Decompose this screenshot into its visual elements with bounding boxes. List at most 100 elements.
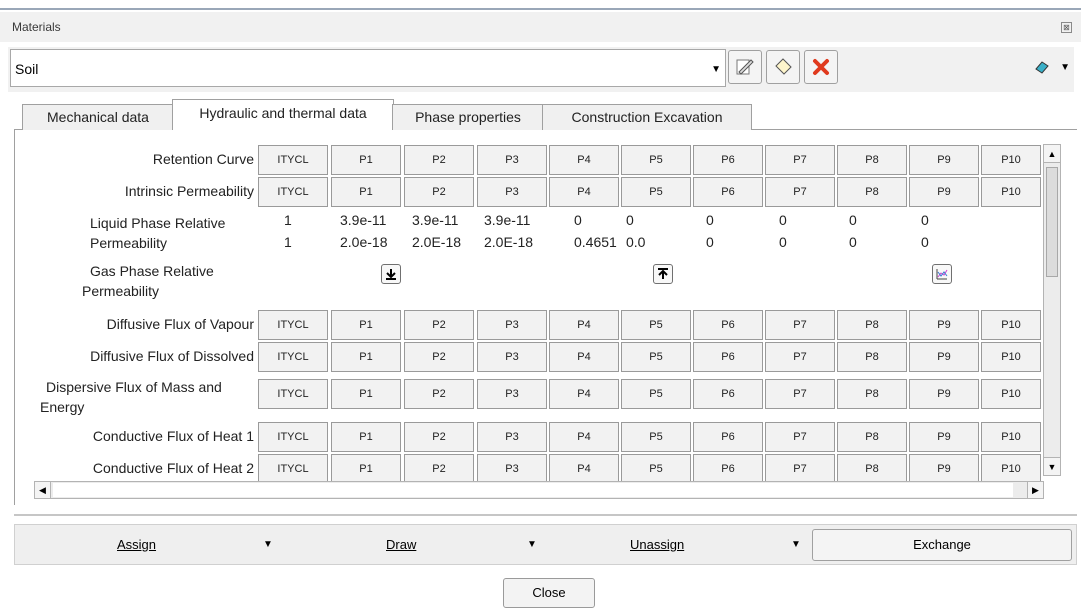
- param-button-diffusive-flux-vapour-8[interactable]: P8: [837, 310, 907, 340]
- tab-mechanical-data[interactable]: Mechanical data: [22, 104, 174, 130]
- param-button-diffusive-flux-dissolved-5[interactable]: P5: [621, 342, 691, 372]
- param-button-intrinsic-permeability-10[interactable]: P10: [981, 177, 1041, 207]
- move-down-button[interactable]: [381, 264, 401, 284]
- scroll-down-icon[interactable]: ▼: [1044, 457, 1060, 475]
- param-button-conductive-flux-heat-1-7[interactable]: P7: [765, 422, 835, 452]
- param-button-dispersive-flux-10[interactable]: P10: [981, 379, 1041, 409]
- param-button-intrinsic-permeability-3[interactable]: P3: [477, 177, 547, 207]
- vertical-scrollbar[interactable]: ▲ ▼: [1043, 144, 1061, 476]
- param-button-diffusive-flux-dissolved-8[interactable]: P8: [837, 342, 907, 372]
- param-button-conductive-flux-heat-1-2[interactable]: P2: [404, 422, 474, 452]
- tab-hydraulic-thermal[interactable]: Hydraulic and thermal data: [172, 99, 394, 131]
- param-button-conductive-flux-heat-1-10[interactable]: P10: [981, 422, 1041, 452]
- param-button-intrinsic-permeability-5[interactable]: P5: [621, 177, 691, 207]
- param-button-diffusive-flux-vapour-0[interactable]: ITYCL: [258, 310, 328, 340]
- param-button-diffusive-flux-dissolved-3[interactable]: P3: [477, 342, 547, 372]
- param-button-conductive-flux-heat-2-7[interactable]: P7: [765, 454, 835, 484]
- param-button-dispersive-flux-5[interactable]: P5: [621, 379, 691, 409]
- settings-control[interactable]: ▼: [1034, 59, 1070, 75]
- param-button-diffusive-flux-vapour-4[interactable]: P4: [549, 310, 619, 340]
- param-button-conductive-flux-heat-1-0[interactable]: ITYCL: [258, 422, 328, 452]
- param-button-intrinsic-permeability-6[interactable]: P6: [693, 177, 763, 207]
- delete-material-button[interactable]: [804, 50, 838, 84]
- param-button-conductive-flux-heat-1-4[interactable]: P4: [549, 422, 619, 452]
- new-material-button[interactable]: [766, 50, 800, 84]
- param-button-dispersive-flux-2[interactable]: P2: [404, 379, 474, 409]
- param-button-retention-curve-0[interactable]: ITYCL: [258, 145, 328, 175]
- param-button-dispersive-flux-0[interactable]: ITYCL: [258, 379, 328, 409]
- param-button-conductive-flux-heat-2-6[interactable]: P6: [693, 454, 763, 484]
- unassign-button[interactable]: Unassign: [630, 537, 684, 552]
- param-button-diffusive-flux-dissolved-0[interactable]: ITYCL: [258, 342, 328, 372]
- scroll-left-icon[interactable]: ◀: [35, 482, 51, 498]
- param-button-diffusive-flux-dissolved-4[interactable]: P4: [549, 342, 619, 372]
- param-button-conductive-flux-heat-1-8[interactable]: P8: [837, 422, 907, 452]
- assign-dropdown-icon[interactable]: ▼: [263, 539, 273, 550]
- param-button-conductive-flux-heat-2-5[interactable]: P5: [621, 454, 691, 484]
- param-button-retention-curve-3[interactable]: P3: [477, 145, 547, 175]
- param-button-retention-curve-5[interactable]: P5: [621, 145, 691, 175]
- param-button-diffusive-flux-vapour-7[interactable]: P7: [765, 310, 835, 340]
- param-button-diffusive-flux-vapour-1[interactable]: P1: [331, 310, 401, 340]
- material-select[interactable]: Soil ▼: [10, 49, 726, 87]
- param-button-diffusive-flux-vapour-3[interactable]: P3: [477, 310, 547, 340]
- param-button-intrinsic-permeability-9[interactable]: P9: [909, 177, 979, 207]
- param-button-diffusive-flux-dissolved-1[interactable]: P1: [331, 342, 401, 372]
- param-button-diffusive-flux-vapour-6[interactable]: P6: [693, 310, 763, 340]
- param-button-dispersive-flux-1[interactable]: P1: [331, 379, 401, 409]
- param-button-conductive-flux-heat-1-9[interactable]: P9: [909, 422, 979, 452]
- param-button-dispersive-flux-3[interactable]: P3: [477, 379, 547, 409]
- param-button-intrinsic-permeability-4[interactable]: P4: [549, 177, 619, 207]
- param-button-retention-curve-4[interactable]: P4: [549, 145, 619, 175]
- param-button-dispersive-flux-8[interactable]: P8: [837, 379, 907, 409]
- param-button-retention-curve-7[interactable]: P7: [765, 145, 835, 175]
- param-button-diffusive-flux-dissolved-7[interactable]: P7: [765, 342, 835, 372]
- param-button-conductive-flux-heat-1-6[interactable]: P6: [693, 422, 763, 452]
- param-button-conductive-flux-heat-1-5[interactable]: P5: [621, 422, 691, 452]
- param-button-retention-curve-6[interactable]: P6: [693, 145, 763, 175]
- param-button-dispersive-flux-9[interactable]: P9: [909, 379, 979, 409]
- param-button-conductive-flux-heat-2-1[interactable]: P1: [331, 454, 401, 484]
- tab-construction-excavation[interactable]: Construction Excavation: [542, 104, 752, 130]
- param-button-intrinsic-permeability-8[interactable]: P8: [837, 177, 907, 207]
- param-button-diffusive-flux-vapour-5[interactable]: P5: [621, 310, 691, 340]
- param-button-conductive-flux-heat-2-0[interactable]: ITYCL: [258, 454, 328, 484]
- param-button-intrinsic-permeability-0[interactable]: ITYCL: [258, 177, 328, 207]
- draw-dropdown-icon[interactable]: ▼: [527, 539, 537, 550]
- param-button-intrinsic-permeability-1[interactable]: P1: [331, 177, 401, 207]
- close-button[interactable]: Close: [503, 578, 595, 608]
- param-button-retention-curve-8[interactable]: P8: [837, 145, 907, 175]
- tab-phase-properties[interactable]: Phase properties: [392, 104, 544, 130]
- param-button-dispersive-flux-7[interactable]: P7: [765, 379, 835, 409]
- edit-material-button[interactable]: [728, 50, 762, 84]
- param-button-diffusive-flux-dissolved-2[interactable]: P2: [404, 342, 474, 372]
- param-button-dispersive-flux-6[interactable]: P6: [693, 379, 763, 409]
- unassign-dropdown-icon[interactable]: ▼: [791, 539, 801, 550]
- param-button-diffusive-flux-vapour-2[interactable]: P2: [404, 310, 474, 340]
- assign-button[interactable]: Assign: [117, 537, 156, 552]
- scroll-up-icon[interactable]: ▲: [1044, 145, 1060, 163]
- draw-button[interactable]: Draw: [386, 537, 416, 552]
- param-button-intrinsic-permeability-7[interactable]: P7: [765, 177, 835, 207]
- chevron-down-icon[interactable]: ▼: [711, 64, 721, 75]
- exchange-button[interactable]: Exchange: [812, 529, 1072, 561]
- chart-button[interactable]: [932, 264, 952, 284]
- param-button-diffusive-flux-dissolved-10[interactable]: P10: [981, 342, 1041, 372]
- param-button-conductive-flux-heat-2-4[interactable]: P4: [549, 454, 619, 484]
- param-button-retention-curve-2[interactable]: P2: [404, 145, 474, 175]
- horizontal-scrollbar[interactable]: ◀ ▶: [34, 481, 1044, 499]
- param-button-conductive-flux-heat-2-10[interactable]: P10: [981, 454, 1041, 484]
- param-button-conductive-flux-heat-2-9[interactable]: P9: [909, 454, 979, 484]
- eraser-icon[interactable]: [1034, 59, 1050, 75]
- move-up-button[interactable]: [653, 264, 673, 284]
- param-button-conductive-flux-heat-2-8[interactable]: P8: [837, 454, 907, 484]
- param-button-diffusive-flux-vapour-10[interactable]: P10: [981, 310, 1041, 340]
- horizontal-scroll-thumb[interactable]: [53, 483, 1013, 497]
- param-button-conductive-flux-heat-2-3[interactable]: P3: [477, 454, 547, 484]
- settings-arrow[interactable]: ▼: [1060, 62, 1070, 73]
- param-button-diffusive-flux-vapour-9[interactable]: P9: [909, 310, 979, 340]
- vertical-scroll-thumb[interactable]: [1046, 167, 1058, 277]
- param-button-retention-curve-9[interactable]: P9: [909, 145, 979, 175]
- param-button-conductive-flux-heat-1-1[interactable]: P1: [331, 422, 401, 452]
- param-button-dispersive-flux-4[interactable]: P4: [549, 379, 619, 409]
